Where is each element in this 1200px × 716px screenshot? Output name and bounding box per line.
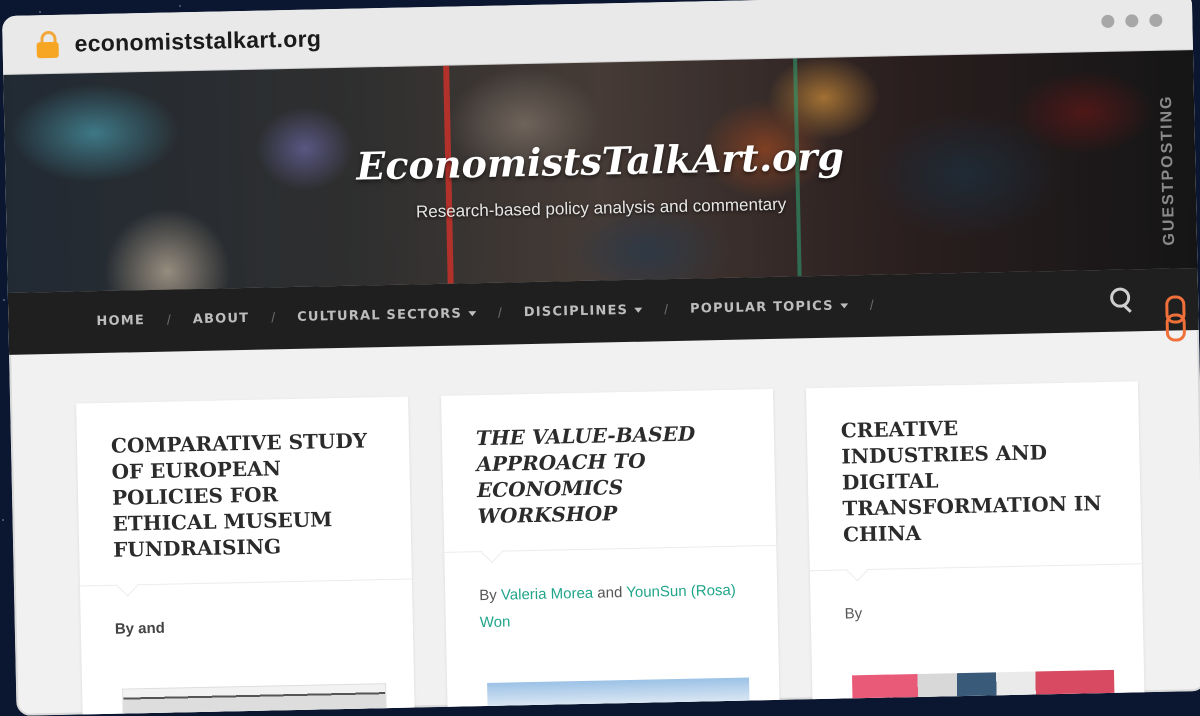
post-title[interactable]: THE VALUE-BASED APPROACH TO ECONOMICS WO… bbox=[476, 420, 746, 530]
byline-and: and bbox=[597, 584, 623, 602]
chevron-down-icon bbox=[467, 310, 476, 316]
nav-separator: / bbox=[271, 309, 276, 326]
nav-item-about[interactable]: ABOUT bbox=[193, 310, 250, 326]
post-title[interactable]: CREATIVE INDUSTRIES AND DIGITAL TRANSFOR… bbox=[841, 412, 1112, 548]
post-thumbnail[interactable] bbox=[851, 669, 1115, 716]
window-dot-1[interactable] bbox=[1101, 14, 1115, 28]
header-banner: EconomistsTalkArt.org Research-based pol… bbox=[3, 50, 1198, 293]
window-dot-2[interactable] bbox=[1125, 14, 1139, 28]
nav-separator: / bbox=[497, 304, 502, 321]
site-title[interactable]: EconomistsTalkArt.org bbox=[5, 126, 1196, 196]
nav-label-home: HOME bbox=[96, 312, 146, 329]
browser-window: economiststalkart.org EconomistsTalkArt.… bbox=[2, 0, 1200, 716]
nav-item-disciplines[interactable]: DISCIPLINES bbox=[523, 302, 643, 320]
nav-label-popular-topics: POPULAR TOPICS bbox=[689, 298, 834, 317]
nav-label-about: ABOUT bbox=[192, 310, 250, 327]
author-link[interactable]: Valeria Morea bbox=[501, 585, 594, 604]
badge-text: GUESTPOSTING bbox=[1157, 93, 1179, 246]
byline-prefix: By bbox=[844, 605, 863, 623]
post-card: CREATIVE INDUSTRIES AND DIGITAL TRANSFOR… bbox=[805, 381, 1145, 716]
nav-item-popular-topics[interactable]: POPULAR TOPICS bbox=[690, 298, 848, 316]
window-dot-3[interactable] bbox=[1149, 13, 1163, 27]
chain-link-icon bbox=[1165, 295, 1187, 342]
post-grid: COMPARATIVE STUDY OF EUROPEAN POLICIES F… bbox=[9, 330, 1200, 716]
address-bar-url[interactable]: economiststalkart.org bbox=[74, 25, 321, 57]
site-tagline: Research-based policy analysis and comme… bbox=[415, 194, 787, 222]
nav-separator: / bbox=[166, 311, 172, 328]
search-icon[interactable] bbox=[1109, 287, 1137, 314]
window-controls bbox=[1101, 13, 1163, 28]
nav-separator: / bbox=[663, 301, 669, 318]
post-thumbnail[interactable] bbox=[487, 677, 750, 716]
nav-item-cultural-sectors[interactable]: CULTURAL SECTORS bbox=[297, 305, 476, 325]
byline-prefix: By bbox=[479, 586, 497, 605]
byline-text: By and bbox=[114, 619, 166, 638]
post-title[interactable]: COMPARATIVE STUDY OF EUROPEAN POLICIES F… bbox=[111, 427, 382, 563]
lock-icon bbox=[36, 30, 59, 59]
nav-label-cultural-sectors: CULTURAL SECTORS bbox=[297, 305, 463, 325]
post-thumbnail[interactable] bbox=[122, 683, 387, 716]
nav-item-home[interactable]: HOME bbox=[96, 313, 145, 329]
guestposting-badge: GUESTPOSTING bbox=[1157, 49, 1193, 350]
nav-separator: / bbox=[869, 296, 874, 313]
post-card: COMPARATIVE STUDY OF EUROPEAN POLICIES F… bbox=[76, 396, 415, 716]
post-card: THE VALUE-BASED APPROACH TO ECONOMICS WO… bbox=[441, 388, 780, 716]
chevron-down-icon bbox=[839, 302, 848, 309]
chevron-down-icon bbox=[634, 307, 643, 313]
nav-label-disciplines: DISCIPLINES bbox=[523, 302, 629, 320]
